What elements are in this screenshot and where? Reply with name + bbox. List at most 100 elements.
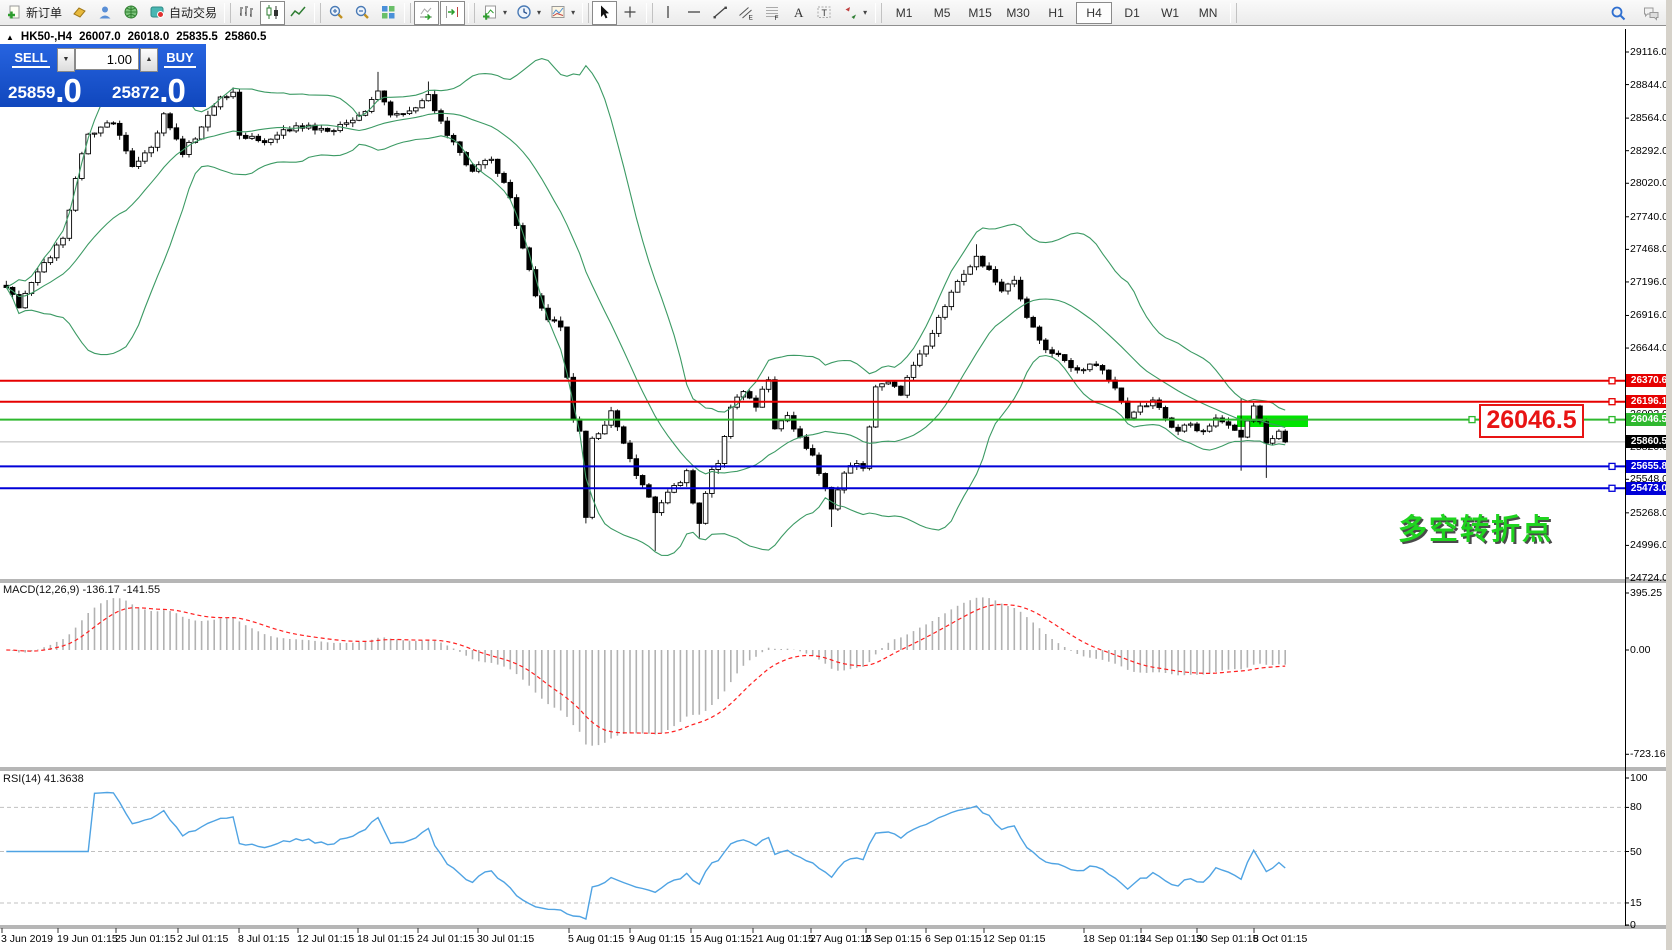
price-callout-label[interactable]: 26046.5 <box>1479 404 1584 438</box>
periods-list-button[interactable]: ▾ <box>512 1 545 25</box>
zoom-in-icon <box>328 4 345 21</box>
indicators-list-button[interactable]: ▾ <box>478 1 511 25</box>
toolbar-right <box>1606 1 1664 25</box>
arrows-tool-button[interactable]: ▾ <box>838 1 871 25</box>
tile-windows-button[interactable] <box>376 1 401 25</box>
sell-button[interactable]: SELL <box>6 50 56 65</box>
fibonacci-tool-icon: F <box>764 4 781 21</box>
indicators-list-dropdown-icon[interactable]: ▾ <box>503 8 507 17</box>
toolbar-group: ▾ ▾ ▾ <box>478 1 579 25</box>
zoom-out-icon <box>354 4 371 21</box>
new-order-button[interactable]: 新订单 <box>2 1 66 25</box>
equidistant-channel-tool-button[interactable]: E <box>734 1 759 25</box>
timeframe-w1-button[interactable]: W1 <box>1152 2 1188 24</box>
candlestick-chart-icon <box>264 4 281 21</box>
text-label-tool-icon: T <box>816 4 833 21</box>
timeframe-m5-button[interactable]: M5 <box>924 2 960 24</box>
zoom-out-button[interactable] <box>350 1 375 25</box>
crosshair-tool-icon <box>622 4 639 21</box>
periods-list-dropdown-icon[interactable]: ▾ <box>537 8 541 17</box>
vertical-line-tool-icon <box>660 4 677 21</box>
toolbar: 新订单 自动交易 ▾ ▾ ▾ E F AT ▾ M1M5M15M30H1H4D1W1MN <box>0 0 1672 26</box>
toolbar-separator <box>224 3 231 23</box>
cursor-tool-icon <box>596 4 613 21</box>
navigator-icon <box>123 4 140 21</box>
toolbar-group <box>324 1 401 25</box>
toolbar-separator <box>314 3 321 23</box>
crosshair-tool-button[interactable] <box>618 1 643 25</box>
community-chat-button[interactable] <box>1639 1 1664 25</box>
toolbar-separator <box>875 3 882 23</box>
text-tool-icon: A <box>790 4 807 21</box>
ohlc-low: 25835.5 <box>176 31 218 43</box>
toolbar-group: E F AT ▾ <box>656 1 871 25</box>
rsi-label: RSI(14) 41.3638 <box>3 773 84 785</box>
timeframe-h4-button[interactable]: H4 <box>1076 2 1112 24</box>
navigator-button[interactable] <box>119 1 144 25</box>
fibonacci-tool-button[interactable]: F <box>760 1 785 25</box>
chart-shift-button[interactable] <box>440 1 465 25</box>
toolbar-group <box>592 1 643 25</box>
bar-chart-icon <box>238 4 255 21</box>
auto-scroll-icon <box>418 4 435 21</box>
collapse-panel-icon[interactable]: ▲ <box>6 33 14 42</box>
timeframe-d1-button[interactable]: D1 <box>1114 2 1150 24</box>
candlestick-chart-button[interactable] <box>260 1 285 25</box>
trendline-tool-icon <box>712 4 729 21</box>
cursor-tool-button[interactable] <box>592 1 617 25</box>
toolbar-group: 新订单 自动交易 <box>2 1 221 25</box>
svg-text:E: E <box>749 15 754 22</box>
timeframe-m30-button[interactable]: M30 <box>1000 2 1036 24</box>
chart-annotation-text[interactable]: 多空转折点 <box>1398 506 1553 548</box>
trendline-tool-button[interactable] <box>708 1 733 25</box>
timeframe-h1-button[interactable]: H1 <box>1038 2 1074 24</box>
tile-windows-icon <box>380 4 397 21</box>
vertical-line-tool-button[interactable] <box>656 1 681 25</box>
new-order-icon <box>6 4 23 21</box>
auto-scroll-button[interactable] <box>414 1 439 25</box>
zoom-in-button[interactable] <box>324 1 349 25</box>
new-order-label: 新订单 <box>26 4 62 21</box>
timeframe-m1-button[interactable]: M1 <box>886 2 922 24</box>
toolbar-separator <box>646 3 653 23</box>
bar-chart-button[interactable] <box>234 1 259 25</box>
toolbar-groups: 新订单 自动交易 ▾ ▾ ▾ E F AT ▾ <box>2 1 871 25</box>
text-label-tool-button[interactable]: T <box>812 1 837 25</box>
chart-window: 29116.028844.028564.028292.028020.027740… <box>0 27 1672 950</box>
volume-decrease-button[interactable]: ▼ <box>57 48 75 72</box>
data-window-icon <box>97 4 114 21</box>
buy-button[interactable]: BUY <box>158 50 202 65</box>
arrows-tool-icon <box>842 4 859 21</box>
volume-increase-button[interactable]: ▲ <box>140 48 158 72</box>
line-chart-icon <box>290 4 307 21</box>
auto-trading-button[interactable]: 自动交易 <box>145 1 221 25</box>
data-window-button[interactable] <box>93 1 118 25</box>
toolbar-group <box>234 1 311 25</box>
auto-trading-icon <box>149 4 166 21</box>
toolbar-group <box>414 1 465 25</box>
templates-button[interactable]: ▾ <box>546 1 579 25</box>
market-watch-icon <box>71 4 88 21</box>
text-tool-button[interactable]: A <box>786 1 811 25</box>
templates-dropdown-icon[interactable]: ▾ <box>571 8 575 17</box>
periods-list-icon <box>516 4 533 21</box>
volume-input[interactable]: 1.00 <box>75 48 139 70</box>
line-chart-button[interactable] <box>286 1 311 25</box>
search-button[interactable] <box>1606 1 1631 25</box>
timeframe-bar: M1M5M15M30H1H4D1W1MN <box>886 2 1226 24</box>
macd-label: MACD(12,26,9) -136.17 -141.55 <box>3 584 160 596</box>
horizontal-line-tool-button[interactable] <box>682 1 707 25</box>
toolbar-separator <box>1230 3 1237 23</box>
indicators-list-icon <box>482 4 499 21</box>
arrows-tool-dropdown-icon[interactable]: ▾ <box>863 8 867 17</box>
horizontal-line-tool-icon <box>686 4 703 21</box>
templates-icon <box>550 4 567 21</box>
timeframe-m15-button[interactable]: M15 <box>962 2 998 24</box>
toolbar-separator <box>468 3 475 23</box>
svg-text:A: A <box>794 5 804 20</box>
symbol-name: HK50-,H4 <box>21 31 72 43</box>
market-watch-button[interactable] <box>67 1 92 25</box>
timeframe-mn-button[interactable]: MN <box>1190 2 1226 24</box>
one-click-trading-panel: SELL ▼ 1.00 ▲ BUY 25859.0 25872.0 <box>0 44 206 107</box>
svg-text:F: F <box>775 15 779 21</box>
